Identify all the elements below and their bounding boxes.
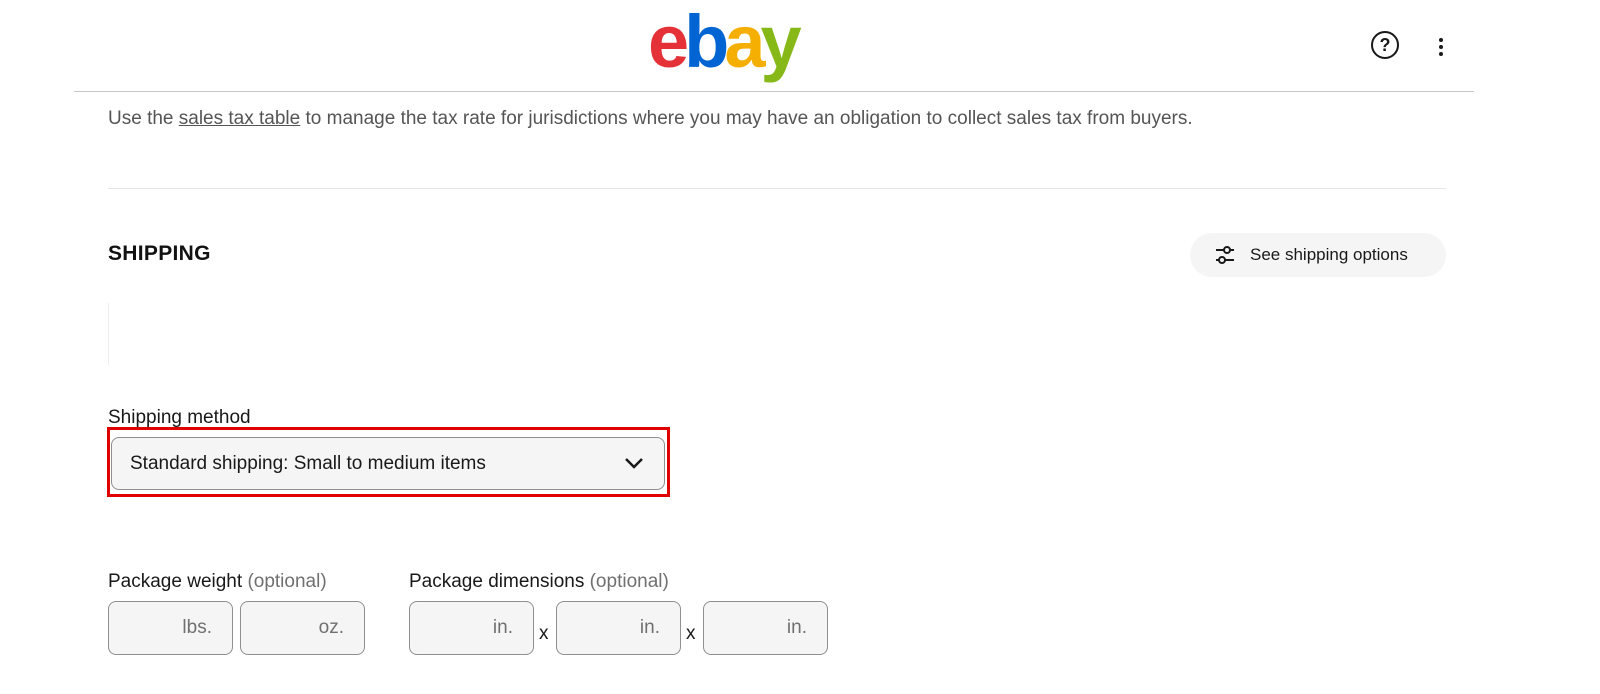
header-divider [74,91,1474,92]
site-header: ebay ? [0,0,1600,92]
chevron-down-icon [625,458,643,469]
dimension-width-input[interactable]: in. [556,601,681,655]
sales-tax-notice: Use the sales tax table to manage the ta… [108,108,1193,129]
ebay-logo[interactable]: ebay [648,2,802,82]
placeholder-divider [108,303,109,365]
shipping-method-value: Standard shipping: Small to medium items [130,452,486,474]
section-divider [108,188,1446,189]
weight-oz-input[interactable]: oz. [240,601,365,655]
sales-tax-table-link[interactable]: sales tax table [179,108,300,129]
shipping-section-title: SHIPPING [108,242,211,265]
see-shipping-options-label: See shipping options [1250,245,1408,264]
dimension-height-input[interactable]: in. [703,601,828,655]
dimension-length-input[interactable]: in. [409,601,534,655]
times-separator: x [539,623,549,644]
shipping-method-select[interactable]: Standard shipping: Small to medium items [111,437,665,490]
package-weight-label: Package weight (optional) [108,571,327,592]
see-shipping-options-button[interactable]: See shipping options [1190,233,1446,277]
times-separator: x [686,623,696,644]
vertical-ellipsis-icon[interactable] [1437,38,1445,58]
package-dimensions-label: Package dimensions (optional) [409,571,669,592]
weight-lbs-input[interactable]: lbs. [108,601,233,655]
shipping-method-label: Shipping method [108,407,251,428]
help-circle-icon[interactable]: ? [1371,31,1399,59]
sliders-icon [1216,246,1234,264]
